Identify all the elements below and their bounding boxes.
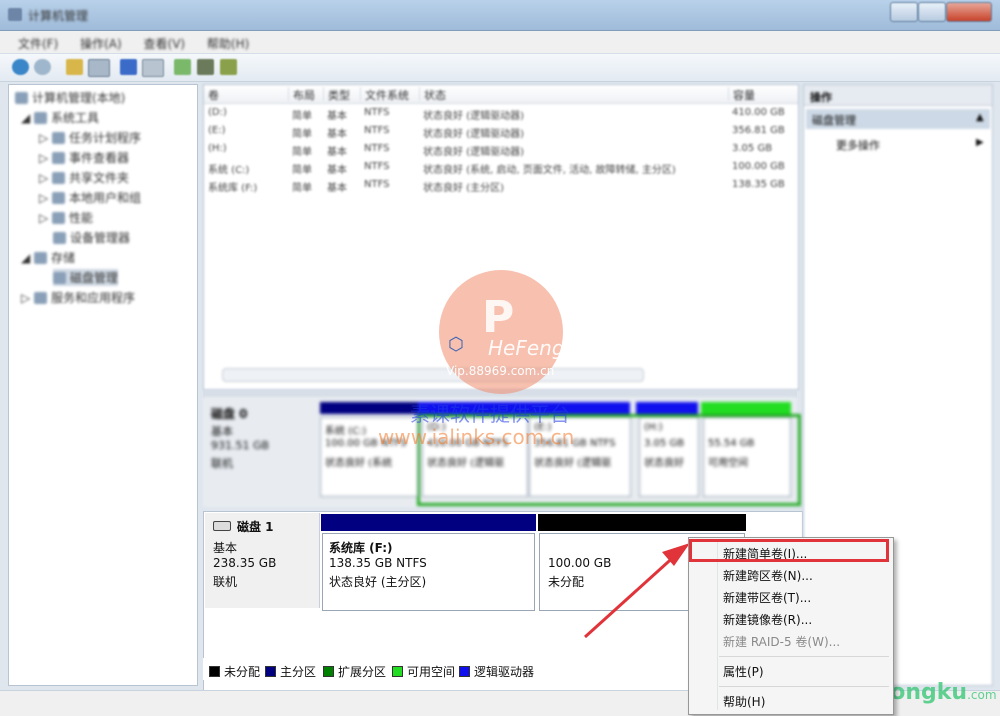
menu-help[interactable]: 帮助(H) [723, 693, 765, 710]
menu-separator [719, 656, 889, 657]
menu-new-spanned-volume[interactable]: 新建跨区卷(N)... [723, 567, 813, 584]
menu-new-striped-volume[interactable]: 新建带区卷(T)... [723, 589, 811, 606]
context-menu: 新建简单卷(I)... 新建跨区卷(N)... 新建带区卷(T)... 新建镜像… [688, 537, 894, 715]
menu-separator [719, 686, 889, 687]
menu-new-raid5-volume: 新建 RAID-5 卷(W)... [723, 635, 841, 649]
annotation-arrow-line [583, 551, 680, 639]
highlight-box [689, 539, 889, 562]
menu-properties[interactable]: 属性(P) [723, 663, 764, 680]
menu-new-mirrored-volume[interactable]: 新建镜像卷(R)... [723, 611, 812, 628]
